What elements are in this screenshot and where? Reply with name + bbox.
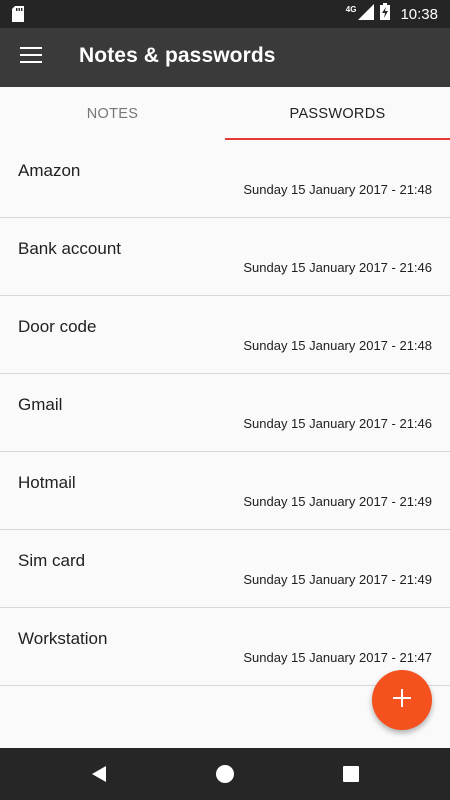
sd-card-icon [12, 6, 24, 27]
tab-bar: NOTES PASSWORDS [0, 87, 450, 140]
list-item[interactable]: Sim card Sunday 15 January 2017 - 21:49 [0, 530, 450, 608]
signal-icon [358, 3, 375, 25]
tab-notes[interactable]: NOTES [0, 87, 225, 140]
page-title: Notes & passwords [79, 44, 276, 67]
list-item[interactable]: Amazon Sunday 15 January 2017 - 21:48 [0, 140, 450, 218]
entry-name: Gmail [18, 395, 63, 414]
back-icon[interactable] [69, 748, 129, 800]
entry-name: Amazon [18, 161, 81, 180]
recents-icon[interactable] [321, 748, 381, 800]
entry-date: Sunday 15 January 2017 - 21:48 [243, 338, 432, 353]
list-item[interactable]: Door code Sunday 15 January 2017 - 21:48 [0, 296, 450, 374]
entry-date: Sunday 15 January 2017 - 21:49 [243, 494, 432, 509]
list-item[interactable]: Gmail Sunday 15 January 2017 - 21:46 [0, 374, 450, 452]
entry-name: Door code [18, 317, 97, 336]
home-icon[interactable] [195, 748, 255, 800]
system-nav-bar [0, 748, 450, 800]
hamburger-menu-icon[interactable] [20, 47, 42, 67]
status-bar: 4G 10:38 [0, 0, 450, 28]
entry-name: Workstation [18, 629, 108, 648]
entry-date: Sunday 15 January 2017 - 21:48 [243, 182, 432, 197]
status-time: 10:38 [400, 5, 438, 23]
list-item[interactable]: Workstation Sunday 15 January 2017 - 21:… [0, 608, 450, 686]
entry-name: Hotmail [18, 473, 76, 492]
entry-date: Sunday 15 January 2017 - 21:46 [243, 416, 432, 431]
password-list: Amazon Sunday 15 January 2017 - 21:48 Ba… [0, 140, 450, 686]
network-type: 4G [345, 4, 357, 14]
entry-name: Bank account [18, 239, 122, 258]
tab-passwords[interactable]: PASSWORDS [225, 87, 450, 140]
entry-name: Sim card [18, 551, 86, 570]
plus-icon [392, 688, 412, 713]
list-item[interactable]: Hotmail Sunday 15 January 2017 - 21:49 [0, 452, 450, 530]
entry-date: Sunday 15 January 2017 - 21:46 [243, 260, 432, 275]
app-bar: Notes & passwords [0, 28, 450, 87]
battery-charging-icon [380, 3, 391, 25]
entry-date: Sunday 15 January 2017 - 21:49 [243, 572, 432, 587]
add-button[interactable] [372, 670, 432, 730]
entry-date: Sunday 15 January 2017 - 21:47 [243, 650, 432, 665]
list-item[interactable]: Bank account Sunday 15 January 2017 - 21… [0, 218, 450, 296]
